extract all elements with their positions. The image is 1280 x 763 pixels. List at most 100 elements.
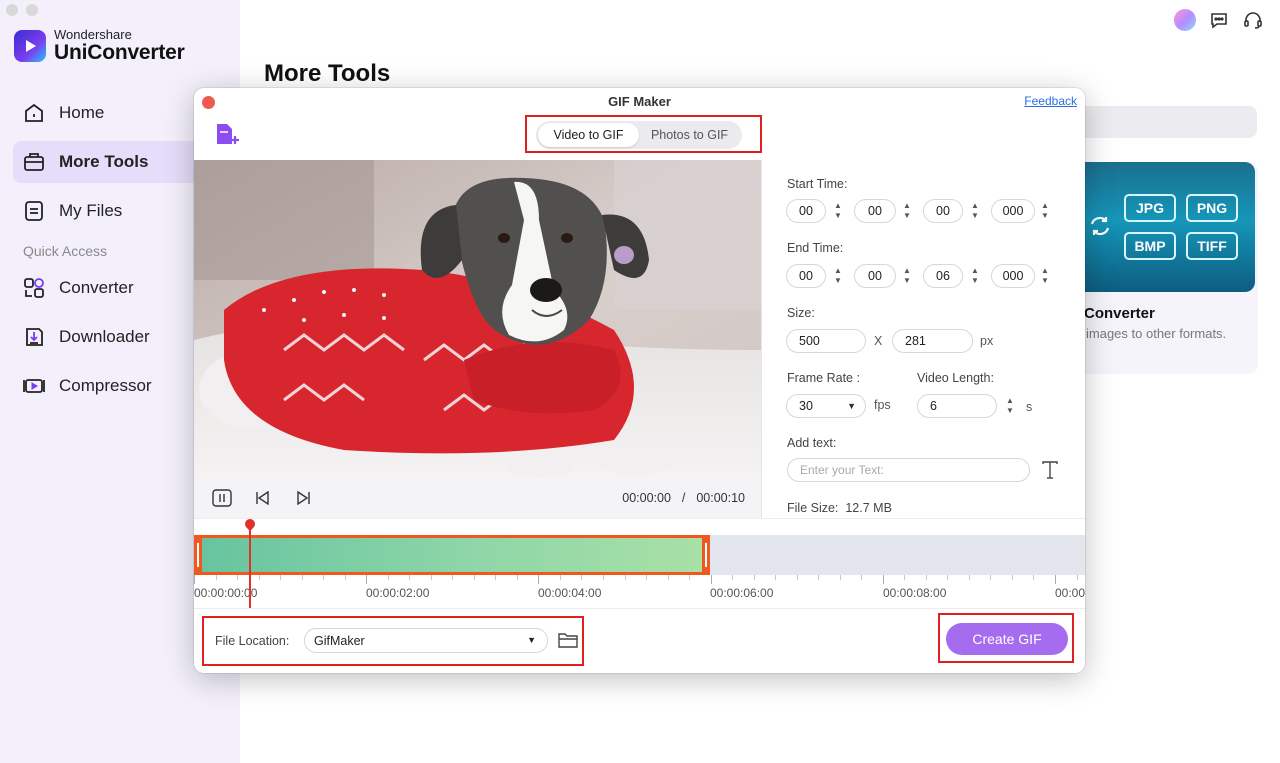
start-minute-input[interactable]: 00 — [854, 199, 896, 223]
selected-clip-range[interactable] — [194, 535, 710, 575]
dialog-title: GIF Maker — [608, 94, 671, 109]
create-gif-button[interactable]: Create GIF — [946, 623, 1068, 655]
end-second-stepper[interactable]: ▲ ▼ — [969, 264, 981, 288]
timeline-label: 00:00:00:00 — [194, 586, 258, 600]
video-length-input[interactable]: 6 — [917, 394, 997, 418]
playback-time: 00:00:00 / 00:00:10 — [622, 491, 745, 505]
sidebar-item-label: Converter — [59, 278, 134, 297]
tool-banner-image: JPG PNG BMP TIFF — [1084, 162, 1255, 292]
timeline-label: 00:00:08:00 — [883, 586, 947, 600]
support-headset-icon[interactable] — [1242, 9, 1264, 31]
timeline-tick — [904, 575, 906, 580]
home-icon — [23, 102, 45, 124]
start-ms-input[interactable]: 000 — [991, 199, 1035, 223]
timeline-tick — [646, 575, 648, 580]
total-time: 00:00:10 — [696, 491, 745, 505]
next-frame-button[interactable] — [294, 489, 314, 507]
end-minute-input[interactable]: 00 — [854, 264, 896, 288]
timeline-label: 00:00 — [1055, 586, 1085, 600]
file-location-label: File Location: — [215, 634, 290, 648]
playhead-handle[interactable] — [242, 516, 258, 532]
timeline-tick — [559, 575, 561, 580]
timeline-tick — [280, 575, 282, 580]
width-input[interactable]: 500 — [786, 329, 866, 353]
page-title: More Tools — [264, 60, 391, 87]
timeline-tick — [968, 575, 970, 580]
time-separator: / — [681, 491, 686, 505]
end-hour-stepper[interactable]: ▲ ▼ — [832, 264, 844, 288]
sidebar-item-label: Home — [59, 103, 105, 122]
start-hour-input[interactable]: 00 — [786, 199, 826, 223]
timeline-tick — [775, 575, 777, 580]
timeline-tick — [818, 575, 820, 580]
start-second-input[interactable]: 00 — [923, 199, 963, 223]
timeline-tick — [624, 575, 626, 580]
timeline-tick — [602, 575, 604, 580]
sidebar-item-label: Downloader — [59, 327, 150, 346]
timeline-label: 00:00:02:00 — [366, 586, 430, 600]
end-minute-stepper[interactable]: ▲ ▼ — [901, 264, 913, 288]
timeline-tick — [516, 575, 518, 580]
px-unit-label: px — [980, 334, 994, 348]
start-time-label: Start Time: — [787, 177, 848, 191]
timeline-tick — [1076, 575, 1078, 580]
timeline-ruler — [194, 575, 1085, 585]
playhead-line[interactable] — [249, 524, 251, 608]
timeline-tick — [581, 575, 583, 580]
account-avatar[interactable] — [1174, 9, 1196, 31]
tools-search-bar[interactable] — [1084, 106, 1257, 138]
feedback-link[interactable]: Feedback — [1024, 94, 1077, 108]
timeline-tick — [947, 575, 949, 580]
timeline-tick — [689, 575, 691, 580]
gif-maker-dialog: GIF Maker Feedback Video to GIF Photos t… — [194, 88, 1085, 673]
clip-start-handle[interactable] — [194, 535, 202, 575]
timeline-tick — [258, 575, 260, 580]
timeline-tick — [710, 575, 712, 584]
clip-end-handle[interactable] — [702, 535, 710, 575]
frame-rate-value: 30 — [799, 399, 813, 413]
text-style-icon[interactable] — [1042, 461, 1058, 484]
tab-photos-to-gif[interactable]: Photos to GIF — [639, 123, 740, 147]
brand-product: UniConverter — [54, 41, 185, 64]
end-second-input[interactable]: 06 — [923, 264, 963, 288]
chevron-down-icon: ▼ — [847, 401, 856, 411]
brand: Wondershare UniConverter — [14, 28, 185, 64]
timeline-tick — [323, 575, 325, 580]
format-badge: PNG — [1186, 194, 1238, 222]
tab-video-to-gif[interactable]: Video to GIF — [538, 123, 639, 147]
image-converter-card[interactable]: JPG PNG BMP TIFF Converter images to oth… — [1084, 162, 1258, 374]
text-input[interactable]: Enter your Text: — [787, 458, 1030, 482]
add-file-icon[interactable] — [214, 122, 240, 148]
timeline-tick — [990, 575, 992, 580]
end-hour-input[interactable]: 00 — [786, 264, 826, 288]
start-ms-stepper[interactable]: ▲ ▼ — [1039, 199, 1051, 223]
folder-icon[interactable] — [558, 631, 578, 649]
timeline-tick — [753, 575, 755, 580]
timeline-tick — [430, 575, 432, 580]
video-length-stepper[interactable]: ▲ ▼ — [1004, 394, 1016, 418]
mode-tabs: Video to GIF Photos to GIF — [536, 121, 742, 149]
previous-frame-button[interactable] — [252, 489, 272, 507]
height-input[interactable]: 281 — [892, 329, 973, 353]
video-preview — [194, 160, 761, 478]
size-label: Size: — [787, 306, 815, 320]
end-time-label: End Time: — [787, 241, 844, 255]
message-icon[interactable] — [1208, 9, 1230, 31]
sidebar-item-label: More Tools — [59, 152, 149, 171]
window-close-button[interactable] — [6, 4, 18, 16]
file-location-select[interactable]: GifMaker ▼ — [304, 628, 548, 653]
window-minimize-button[interactable] — [26, 4, 38, 16]
pause-button[interactable] — [212, 489, 232, 507]
start-minute-stepper[interactable]: ▲ ▼ — [901, 199, 913, 223]
tool-card-description: images to other formats. — [1086, 326, 1227, 341]
app-logo-icon — [14, 30, 46, 62]
end-ms-input[interactable]: 000 — [991, 264, 1035, 288]
frame-rate-select[interactable]: 30 ▼ — [786, 394, 866, 418]
start-hour-stepper[interactable]: ▲ ▼ — [832, 199, 844, 223]
end-ms-stepper[interactable]: ▲ ▼ — [1039, 264, 1051, 288]
top-toolbar — [1174, 9, 1264, 31]
bottom-divider — [194, 608, 1085, 609]
timeline-tick — [925, 575, 927, 580]
timeline-tick — [1033, 575, 1035, 580]
start-second-stepper[interactable]: ▲ ▼ — [969, 199, 981, 223]
